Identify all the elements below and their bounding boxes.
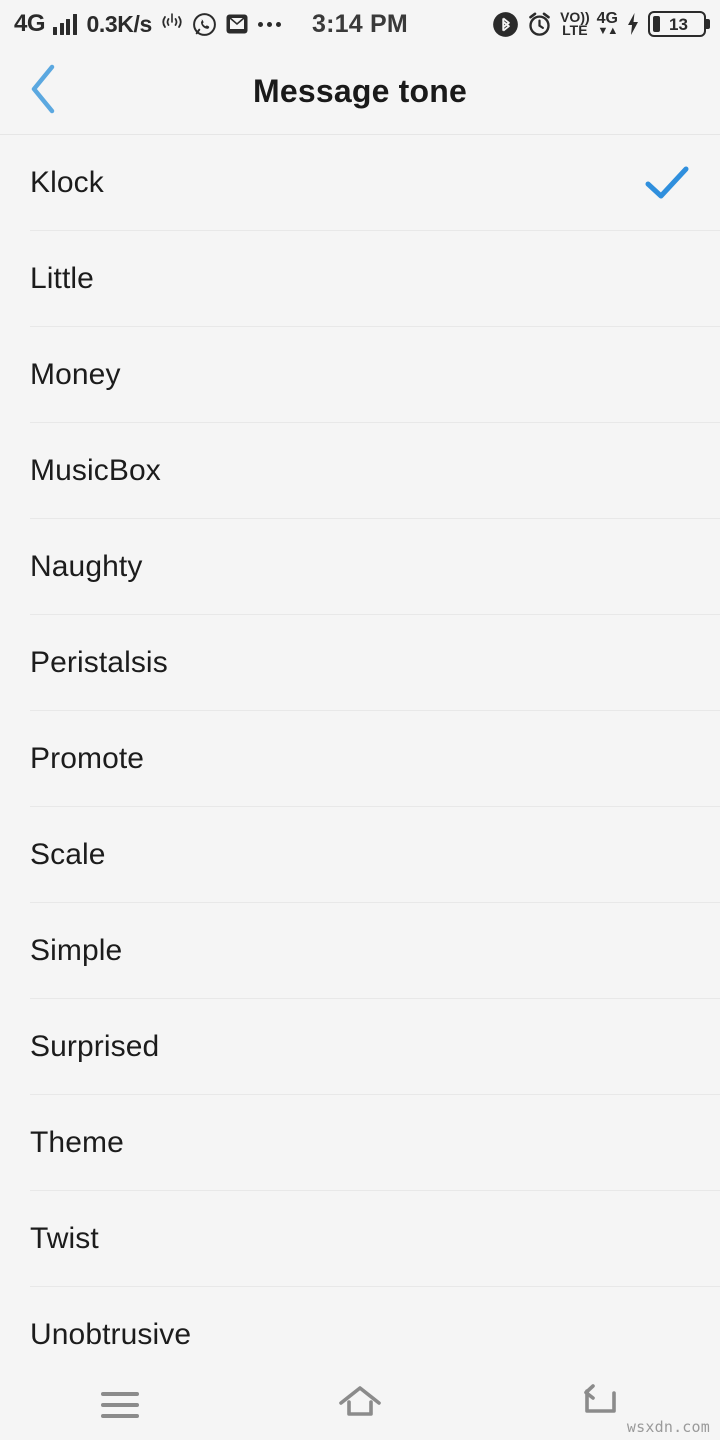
checkmark-icon (644, 160, 690, 206)
tone-label: Little (30, 262, 94, 295)
tone-label: MusicBox (30, 454, 161, 487)
tone-list-item[interactable]: Peristalsis (0, 615, 720, 711)
menu-lines-icon (101, 1392, 139, 1418)
tone-list-item[interactable]: Theme (0, 1095, 720, 1191)
tone-label: Money (30, 358, 121, 391)
tone-label: Scale (30, 838, 106, 871)
watermark: wsxdn.com (626, 1418, 710, 1436)
status-bar-right: VO)) LTE 4G ▼▲ 13 (492, 10, 706, 38)
network-type-label: 4G (596, 10, 618, 28)
message-tone-list[interactable]: Klock Little Money MusicBox Naughty Peristals… (0, 135, 720, 1370)
back-button[interactable] (0, 48, 86, 135)
volte-bottom-label: LTE (562, 22, 588, 38)
app-header: Message tone (0, 48, 720, 135)
hotspot-icon (160, 13, 184, 35)
tone-label: Naughty (30, 550, 143, 583)
battery-level-label: 13 (669, 14, 688, 34)
recents-button[interactable] (0, 1370, 240, 1440)
tone-list-item[interactable]: Scale (0, 807, 720, 903)
tone-label: Unobtrusive (30, 1318, 192, 1351)
tone-list-item[interactable]: Money (0, 327, 720, 423)
volte-icon: VO)) LTE (560, 10, 590, 38)
network-label: 4G (14, 10, 46, 37)
tone-list-item[interactable]: Twist (0, 1191, 720, 1287)
tone-label: Simple (30, 934, 123, 967)
tone-label: Peristalsis (30, 646, 168, 679)
back-chevron-icon (26, 63, 60, 120)
tone-list-item[interactable]: Promote (0, 711, 720, 807)
more-dots-icon (257, 21, 281, 27)
data-arrows-icon: ▼▲ (597, 25, 618, 38)
mail-icon (225, 12, 249, 36)
tone-list-item[interactable]: Naughty (0, 519, 720, 615)
page-title: Message tone (252, 72, 468, 109)
home-button[interactable] (240, 1370, 480, 1440)
system-navigation-bar: wsxdn.com (0, 1370, 720, 1440)
tone-label: Promote (30, 742, 145, 775)
bluetooth-icon (492, 11, 519, 38)
tone-label: Theme (30, 1126, 124, 1159)
battery-icon: 13 (648, 11, 706, 37)
data-speed-label: 0.3K/s (86, 10, 153, 37)
tone-list-item[interactable]: Unobtrusive (0, 1287, 720, 1370)
alarm-clock-icon (526, 11, 553, 38)
tone-list-item[interactable]: Surprised (0, 999, 720, 1095)
home-icon (336, 1383, 384, 1428)
tone-list-item[interactable]: Little (0, 231, 720, 327)
tone-list-item[interactable]: MusicBox (0, 423, 720, 519)
tone-label: Surprised (30, 1030, 160, 1063)
tone-label: Klock (30, 166, 104, 199)
tone-label: Twist (30, 1222, 99, 1255)
back-arrow-icon (578, 1383, 622, 1428)
signal-bars-icon (53, 13, 77, 35)
status-bar: 4G 0.3K/s 3:14 PM VO)) LTE 4G ▼▲ 13 (0, 0, 720, 48)
tone-list-item[interactable]: Simple (0, 903, 720, 999)
status-bar-left: 4G 0.3K/s (14, 12, 281, 37)
network-type-icon: 4G ▼▲ (596, 10, 619, 38)
phone-screen: 4G 0.3K/s 3:14 PM VO)) LTE 4G ▼▲ 13 Mess… (0, 0, 720, 1440)
charging-bolt-icon (625, 12, 641, 36)
whatsapp-icon (192, 12, 217, 37)
tone-list-item[interactable]: Klock (0, 135, 720, 231)
